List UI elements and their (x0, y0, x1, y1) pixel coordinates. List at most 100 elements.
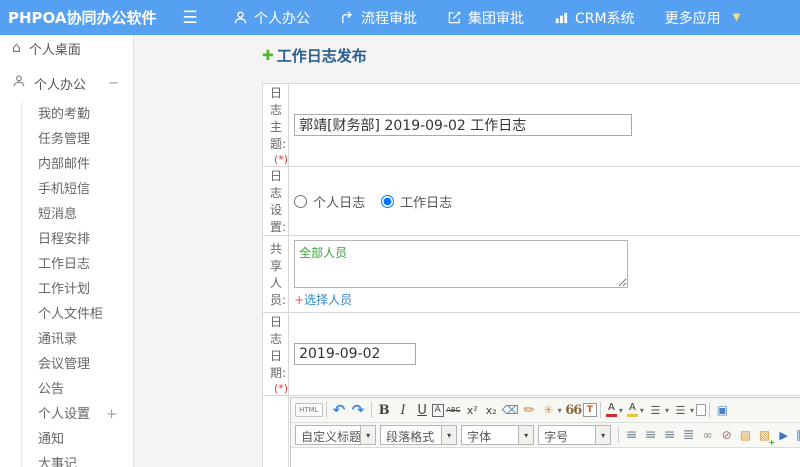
sidebar-item-desktop[interactable]: ⌂ 个人桌面 (0, 35, 133, 61)
background-color-button[interactable]: A ▾ (625, 403, 646, 417)
nav-more-apps[interactable]: 更多应用 (665, 8, 721, 28)
subject-field-cell (288, 83, 800, 167)
nav-personal-office[interactable]: 个人办公 (233, 8, 310, 28)
align-left-icon[interactable]: ≡ (622, 426, 641, 445)
insert-media-icon[interactable]: ▶ (774, 426, 793, 445)
paste-as-text-icon[interactable]: T (582, 403, 597, 417)
font-border-icon[interactable]: A (431, 403, 444, 417)
select-value: 字体 (467, 430, 492, 444)
top-nav-menu: 个人办公 流程审批 集团审批 CRM系统 更多应用 ▼ (233, 8, 740, 28)
emotion-icon[interactable]: ▣ (713, 401, 732, 420)
caret-down-icon: ▾ (557, 405, 562, 415)
align-center-icon[interactable]: ≡ (641, 426, 660, 445)
choose-plus-icon[interactable]: + (294, 293, 304, 307)
sidebar-item-meetings[interactable]: 会议管理 (38, 352, 133, 377)
personal-log-radio-label[interactable]: 个人日志 (313, 192, 365, 211)
nav-label: 更多应用 (664, 10, 721, 27)
sidebar-item-label: 手机短信 (38, 182, 91, 197)
toolbar-separator (708, 402, 710, 418)
caret-down-icon: ▾ (639, 405, 644, 415)
nav-label: 流程审批 (361, 10, 417, 27)
sidebar: ⌂ 个人桌面 个人办公 − 我的考勤 任务管理 内部邮件 手机短信 短消息 日程… (0, 35, 134, 467)
insert-table-icon[interactable]: ▦ (793, 426, 800, 445)
custom-heading-select[interactable]: 自定义标题 ▾ (295, 425, 377, 445)
subject-input[interactable] (294, 114, 633, 136)
align-right-icon[interactable]: ≡ (660, 426, 679, 445)
content-label-cell: 内容:(*) (261, 395, 290, 467)
work-log-radio[interactable] (381, 194, 395, 208)
sidebar-item-milestones[interactable]: 大事记 (38, 452, 133, 467)
subject-label: 日志主题: (270, 86, 287, 151)
italic-icon[interactable]: I (394, 401, 413, 420)
sidebar-item-label: 通讯录 (38, 332, 78, 347)
person-icon (12, 74, 26, 92)
undo-icon[interactable]: ↶ (330, 401, 349, 420)
page-title: ✚ 工作日志发布 (262, 45, 800, 66)
subscript-icon[interactable]: x₂ (482, 401, 501, 420)
select-value: 字号 (544, 430, 569, 444)
align-justify-icon[interactable]: ≣ (679, 426, 698, 445)
nav-process-approval[interactable]: 流程审批 (340, 8, 417, 28)
insert-image-icon[interactable]: ▧ (736, 426, 755, 445)
log-date-input[interactable] (294, 343, 417, 365)
date-row: 日志日期: (*) (261, 312, 800, 396)
nav-crm-system[interactable]: CRM系统 (554, 8, 635, 28)
sidebar-item-contacts[interactable]: 通讯录 (38, 327, 133, 352)
chevron-down-icon[interactable]: ▼ (733, 12, 741, 23)
remove-format-icon[interactable]: ⌫ (501, 401, 520, 420)
caret-down-icon: ▾ (360, 426, 376, 444)
hamburger-menu-icon[interactable]: ☰ (175, 8, 205, 28)
unordered-list-button[interactable]: ☰ ▾ (671, 401, 696, 420)
sidebar-item-notifications[interactable]: 通知 (38, 427, 133, 452)
sidebar-section-label: 个人办公 (34, 77, 87, 93)
sidebar-item-schedule[interactable]: 日程安排 (38, 227, 133, 252)
settings-label: 日志设置: (270, 169, 287, 234)
underline-icon[interactable]: U (413, 401, 432, 420)
sidebar-item-sms[interactable]: 手机短信 (38, 177, 133, 202)
sidebar-item-label: 短消息 (38, 207, 78, 222)
superscript-icon[interactable]: x² (463, 401, 482, 420)
font-family-select[interactable]: 字体 ▾ (461, 425, 535, 445)
required-mark: (*) (274, 382, 289, 395)
sidebar-item-work-plan[interactable]: 工作计划 (38, 277, 133, 302)
personal-log-radio[interactable] (294, 194, 308, 208)
rich-text-editor: HTML ↶ ↷ B I U A ABC x² x₂ ⌫ ✏ ✳ ▾ 66 T … (290, 397, 800, 467)
share-field-cell: 全部人员 +选择人员 (288, 235, 800, 313)
work-log-radio-label[interactable]: 工作日志 (400, 192, 452, 211)
auto-typeset-icon: ✳ (543, 403, 554, 417)
share-personnel-textarea[interactable]: 全部人员 (294, 240, 629, 288)
page-title-text: 工作日志发布 (276, 47, 367, 65)
ordered-list-button[interactable]: ☰ ▾ (646, 401, 671, 420)
sidebar-item-internal-mail[interactable]: 内部邮件 (38, 152, 133, 177)
sidebar-item-work-log[interactable]: 工作日志 (38, 252, 133, 277)
sidebar-item-file-cabinet[interactable]: 个人文件柜 (38, 302, 133, 327)
blockquote-icon[interactable]: 66 (564, 401, 583, 420)
sidebar-section-personal-office[interactable]: 个人办公 − (0, 70, 133, 96)
caret-down-icon: ▾ (518, 426, 534, 444)
collapse-minus-icon[interactable]: − (108, 76, 119, 91)
main-content-area: ✚ 工作日志发布 日志主题: (*) 日志设置: (134, 35, 800, 467)
paragraph-format-select[interactable]: 段落格式 ▾ (380, 425, 458, 445)
new-page-icon[interactable] (695, 404, 706, 416)
strikethrough-icon[interactable]: ABC (444, 401, 463, 420)
choose-personnel-link[interactable]: 选择人员 (304, 293, 352, 307)
format-painter-icon[interactable]: ✏ (520, 401, 539, 420)
bold-icon[interactable]: B (375, 401, 394, 420)
font-color-button[interactable]: A ▾ (604, 403, 625, 417)
redo-icon[interactable]: ↷ (349, 401, 368, 420)
multi-image-icon[interactable]: ▧ + (755, 426, 775, 447)
sidebar-item-attendance[interactable]: 我的考勤 (38, 102, 133, 127)
html-source-button[interactable]: HTML (295, 403, 323, 417)
link-icon[interactable]: ∞ (698, 426, 717, 445)
editor-content-area[interactable] (291, 448, 800, 467)
sidebar-item-personal-settings[interactable]: 个人设置 + (38, 402, 133, 427)
sidebar-item-short-message[interactable]: 短消息 (38, 202, 133, 227)
auto-typeset-button[interactable]: ✳ ▾ (539, 401, 564, 420)
sidebar-item-tasks[interactable]: 任务管理 (38, 127, 133, 152)
sidebar-item-announcements[interactable]: 公告 (38, 377, 133, 402)
nav-group-approval[interactable]: 集团审批 (447, 8, 524, 28)
unlink-icon[interactable]: ⊘ (717, 426, 736, 445)
font-size-select[interactable]: 字号 ▾ (538, 425, 612, 445)
expand-plus-icon[interactable]: + (106, 402, 117, 427)
add-plus-icon: ✚ (262, 47, 274, 64)
